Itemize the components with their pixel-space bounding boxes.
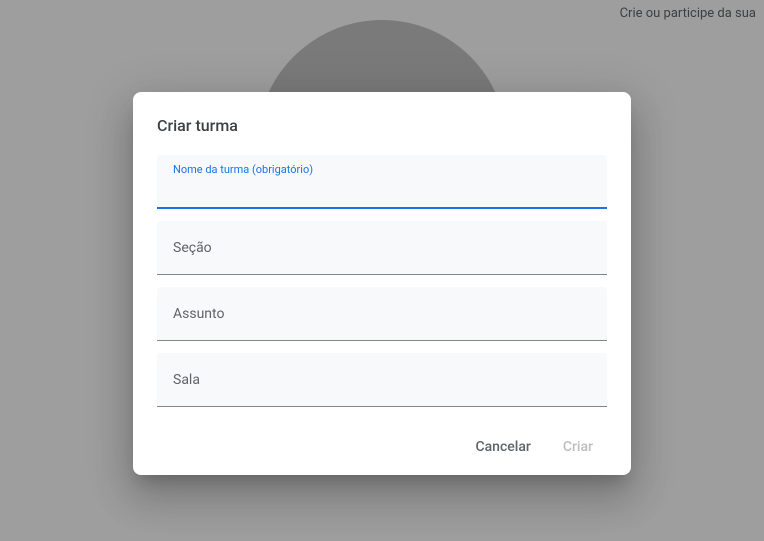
dialog-title: Criar turma: [157, 116, 607, 135]
create-button[interactable]: Criar: [549, 431, 607, 463]
header-prompt: Crie ou participe da sua: [620, 6, 756, 21]
subject-input[interactable]: [173, 299, 591, 329]
room-input[interactable]: [173, 365, 591, 395]
dialog-actions: Cancelar Criar: [157, 431, 607, 463]
subject-field-wrapper[interactable]: Assunto: [157, 287, 607, 341]
section-field-wrapper[interactable]: Seção: [157, 221, 607, 275]
room-field-wrapper[interactable]: Sala: [157, 353, 607, 407]
cancel-button[interactable]: Cancelar: [461, 431, 544, 463]
create-class-dialog: Criar turma Nome da turma (obrigatório) …: [133, 92, 631, 475]
section-input[interactable]: [173, 233, 591, 263]
class-name-input[interactable]: [173, 166, 591, 196]
class-name-field-wrapper[interactable]: Nome da turma (obrigatório): [157, 155, 607, 209]
